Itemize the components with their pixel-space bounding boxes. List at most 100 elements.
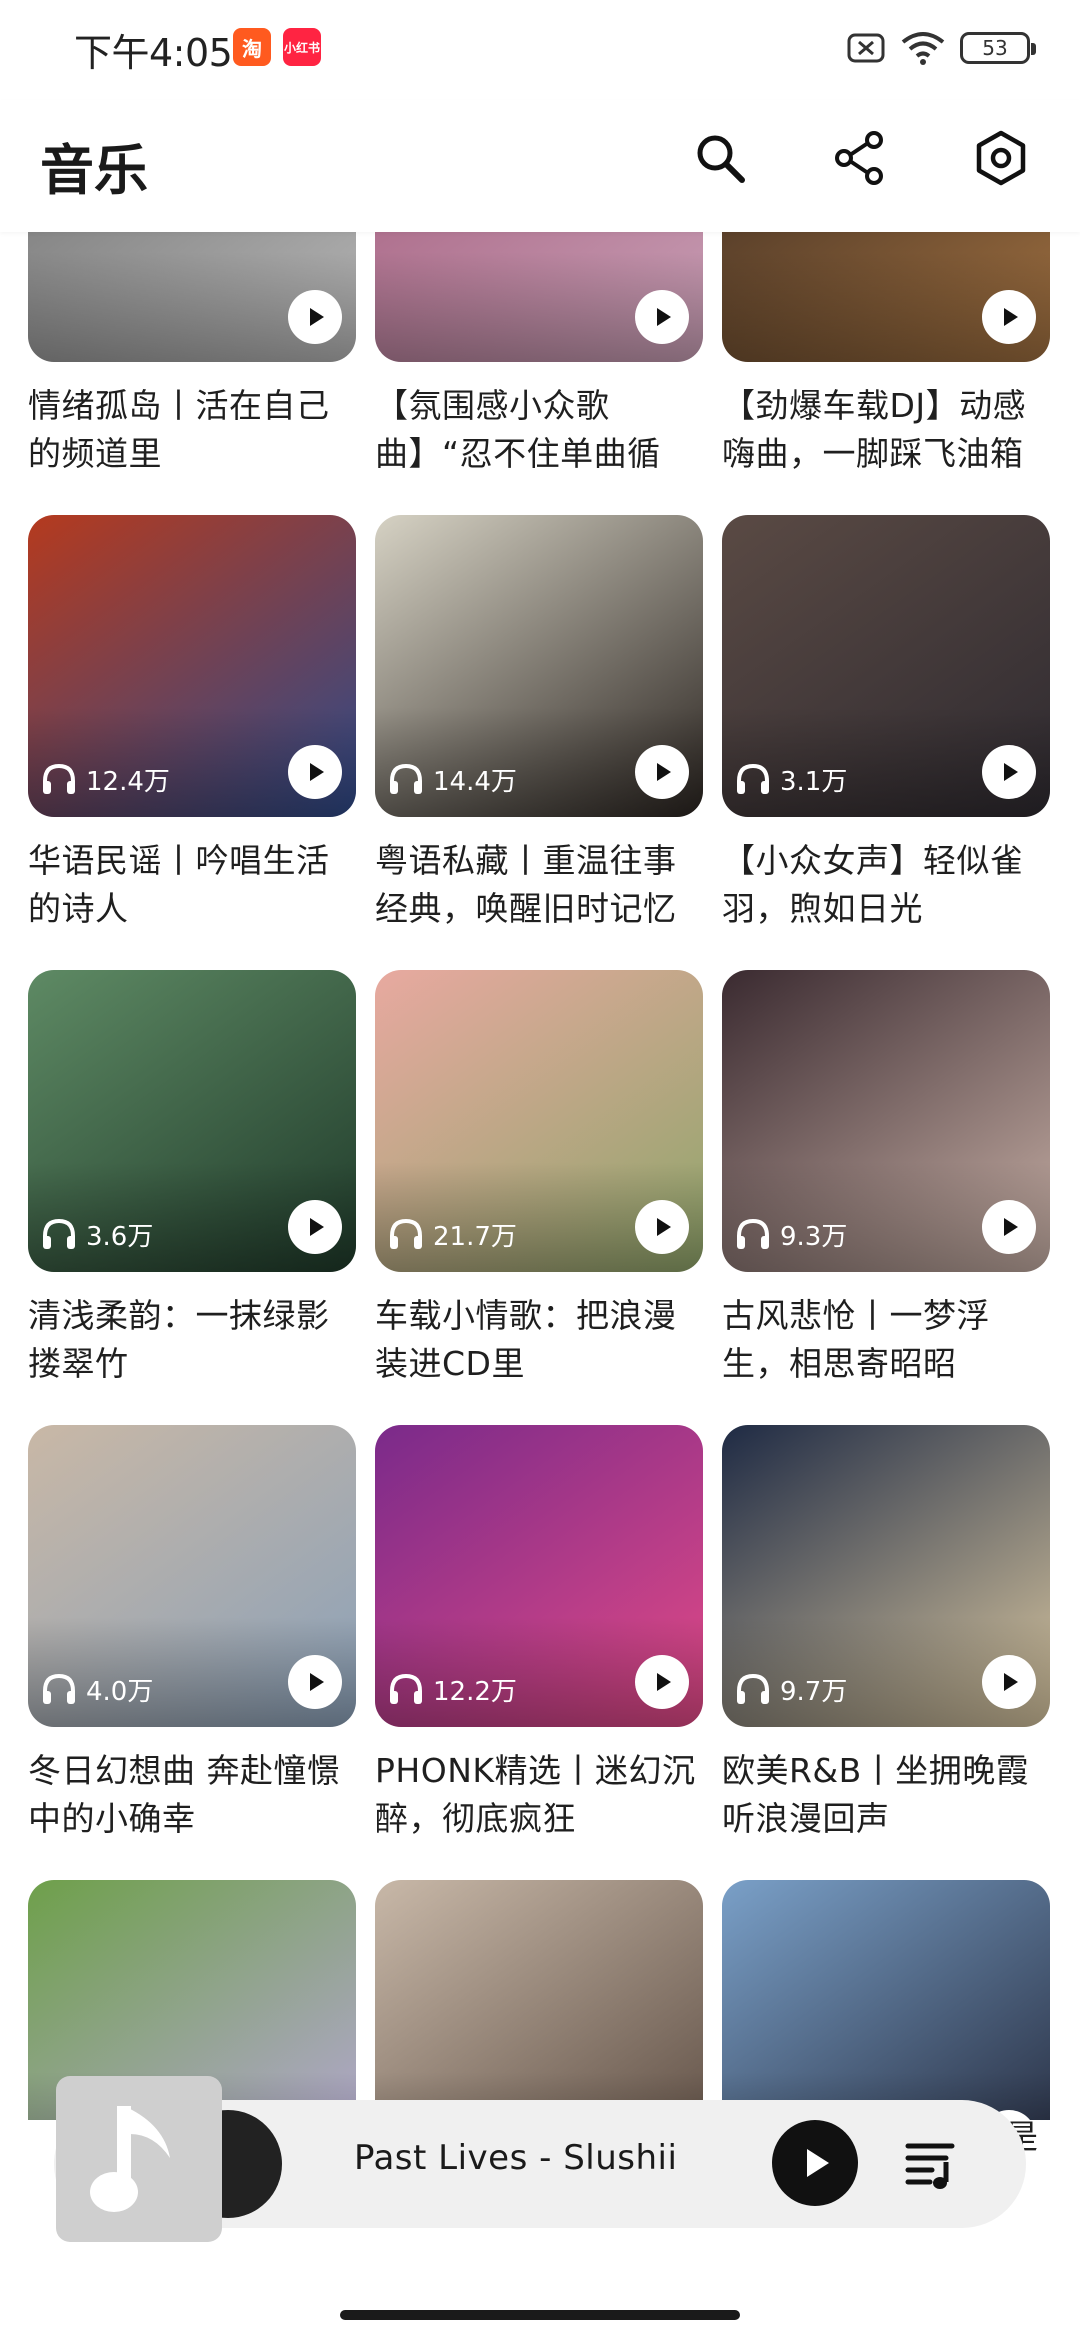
settings-button[interactable] [965, 122, 1037, 194]
headphones-icon [737, 763, 769, 794]
no-sim-icon [847, 33, 885, 63]
play-count-value: 9.3万 [780, 1221, 848, 1252]
card-play-button[interactable] [288, 1200, 342, 1254]
playlist-cover[interactable]: 14.4万 [375, 515, 703, 817]
playlist-cover[interactable]: 9.7万 [722, 1425, 1050, 1727]
album-art[interactable] [56, 2076, 222, 2242]
playlist-title[interactable]: 古风悲怆丨一梦浮生，相思寄昭昭 [722, 1292, 1050, 1388]
playlist-cover[interactable]: 21.7万 [375, 970, 703, 1272]
play-count: 12.4万 [40, 759, 170, 799]
taobao-notification-icon: 淘 [233, 28, 271, 66]
play-icon [310, 308, 324, 326]
playlist-title[interactable]: 情绪孤岛丨活在自己的频道里 [28, 382, 356, 478]
now-playing-title: Past Lives - Slushii [354, 2138, 678, 2178]
headphones-icon [43, 763, 75, 794]
play-icon [310, 1673, 324, 1691]
playlist-cover[interactable]: 3.1万 [722, 515, 1050, 817]
playlist-card[interactable]: 5.3万 [375, 1880, 703, 2120]
xiaohongshu-notification-icon: 小红书 [283, 28, 321, 66]
playlist-title[interactable]: PHONK精选丨迷幻沉醉，彻底疯狂 [375, 1747, 703, 1843]
headphones-icon [737, 1673, 769, 1704]
playlist-card[interactable]: 12.2万 PHONK精选丨迷幻沉醉，彻底疯狂 [375, 1425, 703, 1880]
page-title: 音乐 [40, 139, 148, 202]
play-count-value: 14.4万 [433, 766, 517, 797]
card-play-button[interactable] [982, 290, 1036, 344]
music-note-icon [90, 2106, 170, 2212]
app-header: 音乐 [0, 100, 1080, 232]
playlist-card[interactable]: 9.7万欧美R&B丨坐拥晚霞听浪漫回声 [722, 1425, 1050, 1880]
queue-list-icon [905, 2143, 955, 2189]
playlist-cover[interactable]: 12.4万 [28, 515, 356, 817]
share-icon [835, 131, 883, 185]
playlist-grid: 情绪孤岛丨活在自己的频道里【氛围感小众歌曲】“忍不住单曲循环！”【劲爆车载DJ】… [28, 160, 1052, 2120]
playlist-queue-button[interactable] [892, 2124, 972, 2204]
card-play-button[interactable] [635, 1200, 689, 1254]
playlist-cover[interactable]: 3.6万 [28, 970, 356, 1272]
card-play-button[interactable] [635, 745, 689, 799]
playlist-title[interactable]: 华语民谣丨吟唱生活的诗人 [28, 837, 356, 933]
card-play-button[interactable] [982, 1655, 1036, 1709]
play-icon [1004, 763, 1018, 781]
playlist-card[interactable]: 9.3万古风悲怆丨一梦浮生，相思寄昭昭 [722, 970, 1050, 1425]
search-button[interactable] [684, 122, 756, 194]
playlist-card[interactable]: 12.4万华语民谣丨吟唱生活的诗人 [28, 515, 356, 970]
playlist-cover[interactable]: 12.2万 [375, 1425, 703, 1727]
play-icon [657, 308, 671, 326]
playlist-card[interactable]: 3.1万【小众女声】轻似雀羽，煦如日光 [722, 515, 1050, 970]
home-indicator[interactable] [340, 2310, 740, 2320]
card-play-button[interactable] [635, 1655, 689, 1709]
playlist-cover[interactable]: 4.0万 [28, 1425, 356, 1727]
play-icon [1004, 1673, 1018, 1691]
playlist-title[interactable]: 【小众女声】轻似雀羽，煦如日光 [722, 837, 1050, 933]
play-count-value: 21.7万 [433, 1221, 517, 1252]
share-button[interactable] [824, 122, 896, 194]
battery-level: 53 [982, 36, 1008, 60]
search-icon [697, 135, 745, 183]
play-pause-button[interactable] [772, 2120, 858, 2206]
headphones-icon [43, 1673, 75, 1704]
play-count-value: 4.0万 [86, 1676, 154, 1707]
play-count: 9.7万 [734, 1669, 847, 1709]
playlist-cover[interactable]: 9.3万 [722, 970, 1050, 1272]
playlist-card[interactable]: 3.6万清浅柔韵：一抹绿影搂翠竹 [28, 970, 356, 1425]
play-count: 4.0万 [40, 1669, 153, 1709]
card-play-button[interactable] [288, 745, 342, 799]
playlist-feed: 情绪孤岛丨活在自己的频道里【氛围感小众歌曲】“忍不住单曲循环！”【劲爆车载DJ】… [0, 160, 1080, 2120]
playlist-title[interactable]: 冬日幻想曲 奔赴憧憬中的小确幸 [28, 1747, 356, 1843]
headphones-icon [390, 1218, 422, 1249]
card-play-button[interactable] [635, 290, 689, 344]
playlist-card[interactable]: 21.7万车载小情歌：把浪漫装进CD里 [375, 970, 703, 1425]
status-bar: 下午4:05 淘 小红书 53 [0, 0, 1080, 100]
wifi-icon [901, 32, 945, 65]
play-count-value: 12.4万 [86, 766, 170, 797]
card-play-button[interactable] [982, 1200, 1036, 1254]
card-play-button[interactable] [982, 745, 1036, 799]
mini-player[interactable]: Past Lives - Slushii [54, 2076, 1026, 2242]
play-count-value: 12.2万 [433, 1676, 517, 1707]
card-play-button[interactable] [288, 1655, 342, 1709]
play-icon [807, 2149, 829, 2177]
playlist-card[interactable]: 4.0万冬日幻想曲 奔赴憧憬中的小确幸 [28, 1425, 356, 1880]
playlist-title[interactable]: 【劲爆车载DJ】动感嗨曲，一脚踩飞油箱 [722, 382, 1050, 478]
playlist-card[interactable]: 5.4万 [722, 1880, 1050, 2120]
playlist-card[interactable]: 14.4万粤语私藏丨重温往事经典，唤醒旧时记忆 [375, 515, 703, 970]
card-play-button[interactable] [288, 290, 342, 344]
screen: { "status_bar": { "time": "下午4:05", "tao… [0, 0, 1080, 2340]
play-count-value: 9.7万 [780, 1676, 848, 1707]
playlist-title[interactable]: 【氛围感小众歌曲】“忍不住单曲循环！” [375, 382, 703, 478]
play-icon [310, 763, 324, 781]
playlist-title[interactable]: 车载小情歌：把浪漫装进CD里 [375, 1292, 703, 1388]
play-count: 12.2万 [387, 1669, 517, 1709]
play-icon [1004, 1218, 1018, 1236]
playlist-cover[interactable]: 5.4万 [722, 1880, 1050, 2120]
playlist-title[interactable]: 清浅柔韵：一抹绿影搂翠竹 [28, 1292, 356, 1388]
headphones-icon [390, 763, 422, 794]
play-count: 3.6万 [40, 1214, 153, 1254]
settings-icon [976, 130, 1026, 186]
playlist-title[interactable]: 粤语私藏丨重温往事经典，唤醒旧时记忆 [375, 837, 703, 933]
playlist-title[interactable]: 欧美R&B丨坐拥晚霞听浪漫回声 [722, 1747, 1050, 1843]
play-count: 9.3万 [734, 1214, 847, 1254]
headphones-icon [390, 1673, 422, 1704]
playlist-cover[interactable]: 5.3万 [375, 1880, 703, 2120]
play-count: 21.7万 [387, 1214, 517, 1254]
